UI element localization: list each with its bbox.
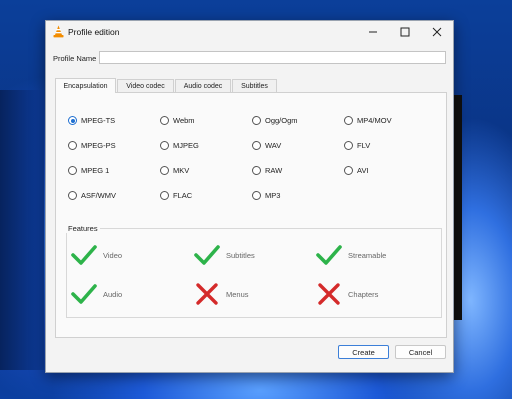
tab-video-codec[interactable]: Video codec (117, 79, 174, 92)
radio-circle (252, 166, 261, 175)
profile-edition-dialog: Profile edition Profile Name Encapsulati… (45, 20, 454, 373)
vlc-cone-icon (53, 25, 64, 38)
radio-circle (68, 191, 77, 200)
feature-label: Audio (103, 289, 123, 299)
radio-flac[interactable]: FLAC (160, 191, 192, 200)
radio-label: MP3 (265, 191, 281, 200)
radio-label: MKV (173, 166, 190, 175)
create-button[interactable]: Create (338, 345, 389, 359)
minimize-icon (369, 31, 377, 33)
radio-circle (252, 191, 261, 200)
radio-circle (252, 141, 261, 150)
radio-label: FLV (357, 141, 371, 150)
check-icon (194, 245, 220, 265)
radio-label: MJPEG (173, 141, 199, 150)
radio-webm[interactable]: Webm (160, 116, 195, 125)
encapsulation-panel: MPEG-TS Webm Ogg/Ogm MP4/MOV MPEG-PS MJP… (55, 92, 447, 338)
radio-circle (160, 191, 169, 200)
cross-icon (318, 283, 340, 305)
radio-avi[interactable]: AVI (344, 166, 369, 175)
radio-asf-wmv[interactable]: ASF/WMV (68, 191, 116, 200)
radio-label: AVI (357, 166, 369, 175)
radio-circle (252, 116, 261, 125)
title-bar[interactable]: Profile edition (46, 21, 453, 43)
feature-label: Menus (226, 289, 249, 299)
close-icon (432, 27, 442, 37)
profile-name-input[interactable] (99, 51, 446, 64)
feature-label: Chapters (348, 289, 379, 299)
radio-ogg-ogm[interactable]: Ogg/Ogm (252, 116, 298, 125)
radio-label: WAV (265, 141, 282, 150)
check-icon (71, 245, 97, 265)
radio-circle (160, 141, 169, 150)
radio-circle (344, 116, 353, 125)
close-button[interactable] (421, 21, 453, 43)
radio-label: MPEG-PS (81, 141, 116, 150)
tab-encapsulation[interactable]: Encapsulation (55, 78, 116, 93)
feature-label: Streamable (348, 250, 387, 260)
minimize-button[interactable] (357, 21, 389, 43)
radio-label: FLAC (173, 191, 193, 200)
radio-label: Webm (173, 116, 195, 125)
radio-mpeg-ts[interactable]: MPEG-TS (68, 116, 115, 125)
radio-label: MP4/MOV (357, 116, 392, 125)
radio-flv[interactable]: FLV (344, 141, 370, 150)
features-label: Features (66, 224, 100, 233)
radio-label: Ogg/Ogm (265, 116, 298, 125)
cross-icon (196, 283, 218, 305)
radio-circle (68, 116, 77, 125)
radio-label: MPEG-TS (81, 116, 116, 125)
maximize-icon (400, 27, 410, 37)
radio-label: MPEG 1 (81, 166, 110, 175)
check-icon (316, 245, 342, 265)
radio-mp3[interactable]: MP3 (252, 191, 280, 200)
radio-circle (344, 166, 353, 175)
radio-mp4-mov[interactable]: MP4/MOV (344, 116, 392, 125)
radio-circle (68, 166, 77, 175)
feature-audio: Audio (70, 282, 122, 306)
feature-chapters: Chapters (315, 282, 378, 306)
radio-circle (160, 116, 169, 125)
radio-label: RAW (265, 166, 283, 175)
features-group (66, 228, 442, 318)
radio-wav[interactable]: WAV (252, 141, 281, 150)
feature-label: Subtitles (226, 250, 255, 260)
radio-circle (68, 141, 77, 150)
feature-menus: Menus (193, 282, 249, 306)
maximize-button[interactable] (389, 21, 421, 43)
feature-subtitles: Subtitles (193, 243, 255, 267)
radio-mpeg-ps[interactable]: MPEG-PS (68, 141, 116, 150)
feature-label: Video (103, 250, 123, 260)
feature-video: Video (70, 243, 122, 267)
radio-mkv[interactable]: MKV (160, 166, 189, 175)
cancel-button[interactable]: Cancel (395, 345, 446, 359)
background-window-edge-left (0, 90, 44, 370)
radio-mjpeg[interactable]: MJPEG (160, 141, 199, 150)
profile-name-label: Profile Name (53, 54, 97, 63)
tab-subtitles[interactable]: Subtitles (232, 79, 277, 92)
radio-mpeg-1[interactable]: MPEG 1 (68, 166, 109, 175)
feature-streamable: Streamable (315, 243, 386, 267)
window-title: Profile edition (68, 27, 120, 37)
check-icon (71, 284, 97, 304)
radio-circle (160, 166, 169, 175)
tab-audio-codec[interactable]: Audio codec (175, 79, 231, 92)
radio-raw[interactable]: RAW (252, 166, 282, 175)
radio-label: ASF/WMV (81, 191, 116, 200)
radio-circle (344, 141, 353, 150)
